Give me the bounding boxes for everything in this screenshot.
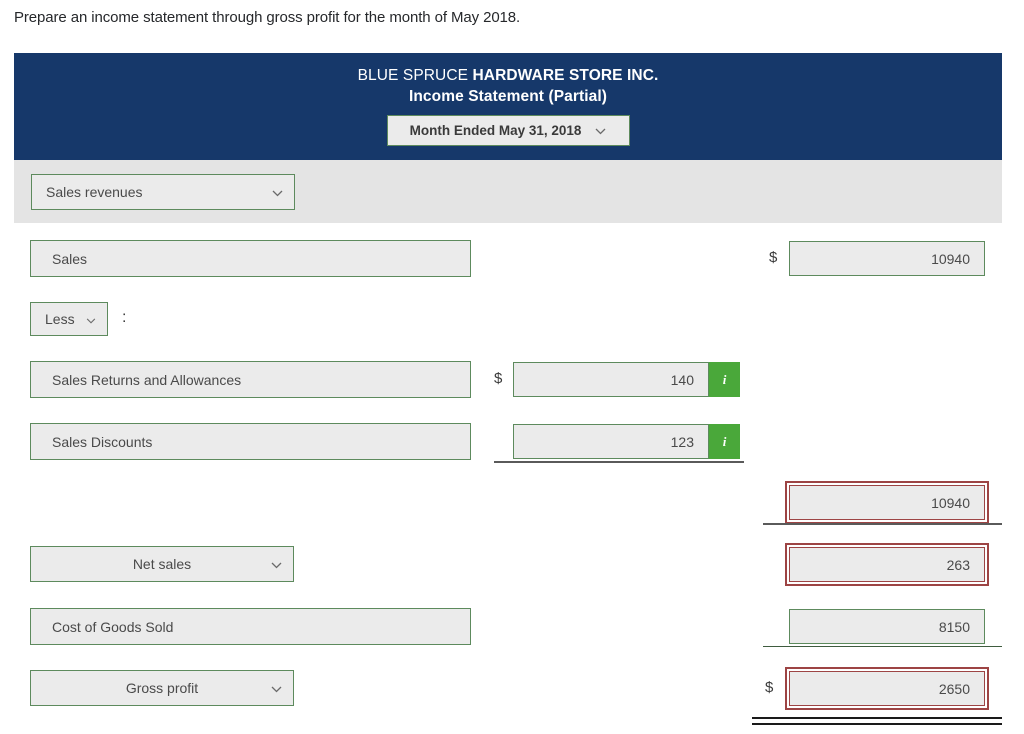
sales-returns-amount-input[interactable]: 140 bbox=[513, 362, 709, 397]
sales-returns-info-button[interactable]: i bbox=[709, 362, 740, 397]
deductions-total-amount-input[interactable]: 10940 bbox=[789, 485, 985, 520]
company-name-bold: HARDWARE STORE INC. bbox=[472, 67, 659, 84]
sales-label-input[interactable]: Sales bbox=[30, 240, 471, 277]
section-select-value: Sales revenues bbox=[46, 183, 143, 200]
chevron-down-icon bbox=[272, 184, 283, 200]
sales-amount-input[interactable]: 10940 bbox=[789, 241, 985, 276]
deductions-subtotal-rule bbox=[494, 461, 744, 463]
period-select-wrap: Month Ended May 31, 2018 bbox=[14, 115, 1002, 146]
deductions-total-rule bbox=[763, 523, 1002, 525]
less-select-value: Less bbox=[45, 311, 75, 327]
section-band-sales-revenues: Sales revenues bbox=[14, 160, 1002, 223]
row-cost-of-goods-sold: Cost of Goods Sold 8150 bbox=[0, 608, 1024, 645]
statement-header: BLUE SPRUCE HARDWARE STORE INC. Income S… bbox=[14, 53, 1002, 160]
cost-of-goods-sold-rule bbox=[763, 646, 1002, 647]
sales-discounts-amount-input[interactable]: 123 bbox=[513, 424, 709, 459]
net-sales-amount-input[interactable]: 263 bbox=[789, 547, 985, 582]
chevron-down-icon bbox=[271, 680, 282, 696]
row-gross-profit: Gross profit $ 2650 bbox=[0, 670, 1024, 706]
period-select-value: Month Ended May 31, 2018 bbox=[409, 123, 582, 138]
sales-returns-currency-symbol: $ bbox=[494, 370, 503, 387]
statement-subtitle: Income Statement (Partial) bbox=[408, 88, 608, 105]
gross-profit-amount-input[interactable]: 2650 bbox=[789, 671, 985, 706]
row-sales-returns: Sales Returns and Allowances $ 140 i bbox=[0, 361, 1024, 398]
chevron-down-icon bbox=[595, 123, 606, 138]
period-select[interactable]: Month Ended May 31, 2018 bbox=[386, 115, 630, 146]
company-name-regular: BLUE SPRUCE bbox=[357, 67, 473, 84]
row-less: Less : bbox=[0, 302, 1024, 336]
sales-discounts-info-button[interactable]: i bbox=[709, 424, 740, 459]
gross-profit-double-rule bbox=[752, 717, 1002, 725]
company-name: BLUE SPRUCE HARDWARE STORE INC. bbox=[14, 66, 1002, 86]
row-sales-discounts: Sales Discounts 123 i bbox=[0, 423, 1024, 460]
gross-profit-currency-symbol: $ bbox=[765, 679, 774, 696]
less-colon: : bbox=[122, 309, 127, 326]
cost-of-goods-sold-amount-input[interactable]: 8150 bbox=[789, 609, 985, 644]
gross-profit-select-value: Gross profit bbox=[125, 680, 199, 696]
net-sales-select-value: Net sales bbox=[132, 556, 192, 572]
sales-discounts-label-input[interactable]: Sales Discounts bbox=[30, 423, 471, 460]
chevron-down-icon bbox=[271, 556, 282, 572]
sales-currency-symbol: $ bbox=[769, 249, 778, 266]
income-statement-card: BLUE SPRUCE HARDWARE STORE INC. Income S… bbox=[14, 53, 1002, 223]
question-prompt: Prepare an income statement through gros… bbox=[14, 9, 521, 26]
sales-returns-label-input[interactable]: Sales Returns and Allowances bbox=[30, 361, 471, 398]
row-deductions-total: 10940 bbox=[0, 485, 1024, 520]
cost-of-goods-sold-label-input[interactable]: Cost of Goods Sold bbox=[30, 608, 471, 645]
row-sales: Sales $ 10940 bbox=[0, 240, 1024, 277]
chevron-down-icon bbox=[86, 311, 96, 327]
section-select-sales-revenues[interactable]: Sales revenues bbox=[31, 173, 295, 210]
row-net-sales: Net sales 263 bbox=[0, 546, 1024, 582]
less-select[interactable]: Less bbox=[30, 302, 108, 336]
net-sales-select[interactable]: Net sales bbox=[30, 546, 294, 582]
gross-profit-select[interactable]: Gross profit bbox=[30, 670, 294, 706]
